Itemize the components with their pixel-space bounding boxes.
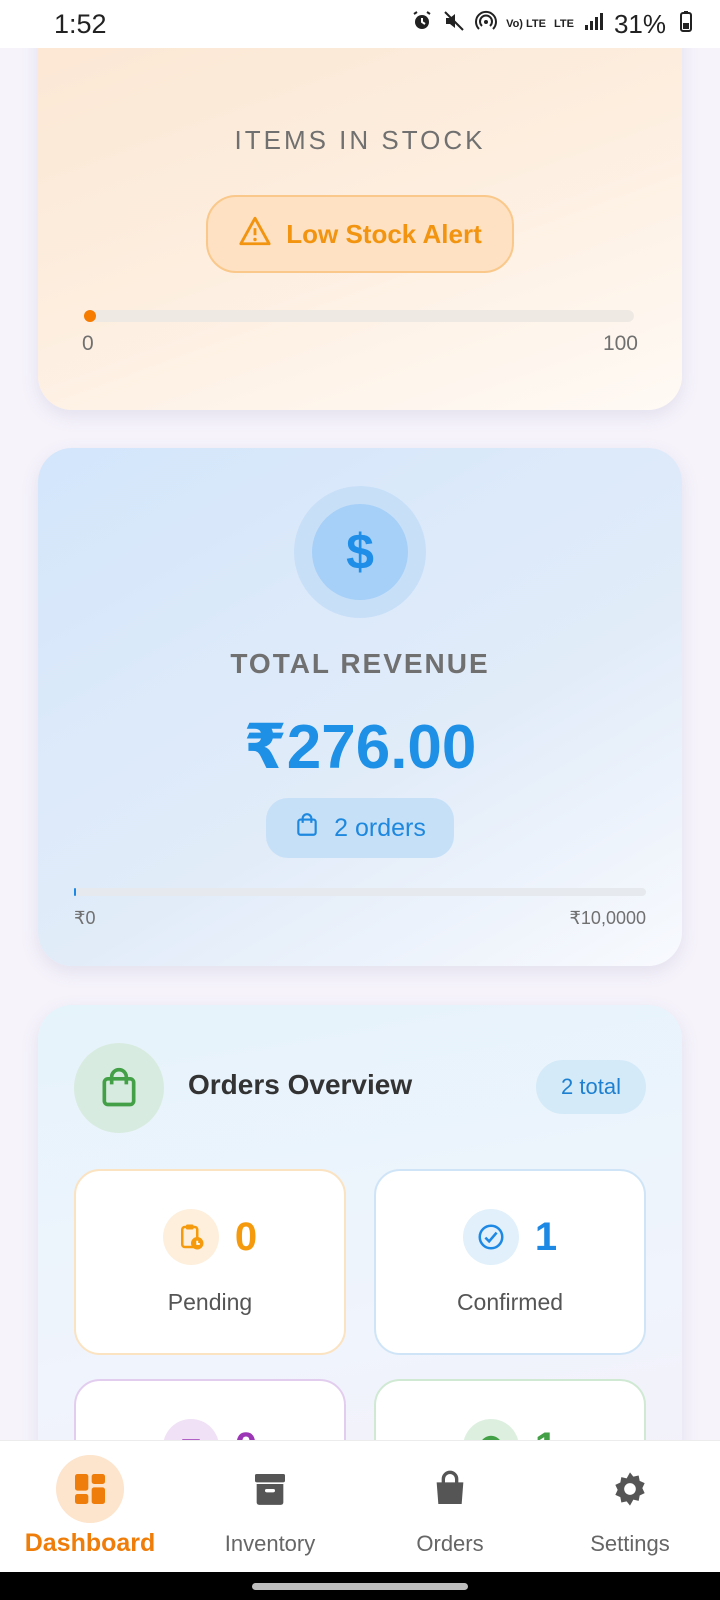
dollar-icon: $ — [312, 504, 408, 600]
nav-item-settings[interactable]: Settings — [540, 1441, 720, 1572]
lte-icon: LTE — [553, 17, 574, 30]
shopping-bag-icon — [74, 1043, 164, 1133]
pending-orders-tile[interactable]: 0 Pending — [74, 1169, 346, 1355]
revenue-range-min: ₹0 — [74, 908, 96, 928]
orders-count-chip[interactable]: 2 orders — [266, 798, 454, 858]
total-revenue-amount: ₹276.00 — [243, 713, 477, 782]
items-in-stock-label: ITEMS IN STOCK — [234, 125, 486, 155]
nav-label-dashboard: Dashboard — [24, 1529, 156, 1557]
check-circle-icon — [462, 1209, 519, 1265]
nav-label-inventory: Inventory — [224, 1531, 316, 1556]
confirmed-label: Confirmed — [456, 1289, 564, 1315]
status-bar: 1:52 Vo) LTE LTE 31% — [0, 0, 720, 48]
nav-item-inventory[interactable]: Inventory — [180, 1441, 360, 1572]
status-icons: Vo) LTE LTE 31% — [410, 9, 698, 40]
stock-range-max: 100 — [602, 332, 638, 355]
clipboard-clock-icon — [162, 1209, 219, 1265]
volte-icon: Vo) LTE — [506, 17, 546, 30]
revenue-progress-fill — [74, 888, 76, 896]
stock-progress-bar — [84, 310, 634, 322]
alarm-icon — [410, 9, 434, 39]
shopping-bag-icon — [416, 1455, 484, 1523]
archive-icon — [236, 1455, 304, 1523]
revenue-card[interactable]: $ TOTAL REVENUE ₹276.00 2 orders ₹0 ₹10,… — [38, 448, 682, 966]
nav-label-settings: Settings — [590, 1531, 670, 1556]
status-time: 1:52 — [54, 8, 107, 39]
orders-overview-card[interactable]: Orders Overview 2 total 0 Pending 1 Conf… — [38, 1005, 682, 1440]
orders-tile-4[interactable]: 1 — [374, 1379, 646, 1440]
bottom-navigation: Dashboard Inventory Orders Settings — [0, 1440, 720, 1572]
list-icon — [162, 1419, 219, 1440]
pending-label: Pending — [167, 1289, 253, 1315]
nav-item-orders[interactable]: Orders — [360, 1441, 540, 1572]
signal-icon — [582, 9, 606, 39]
orders-count-label: 2 orders — [334, 813, 426, 842]
confirmed-count: 1 — [534, 1214, 558, 1259]
stock-progress-fill — [84, 310, 96, 322]
orders-tile-4-count: 1 — [535, 1425, 557, 1441]
dashboard-icon — [56, 1455, 124, 1523]
battery-icon — [674, 9, 698, 39]
total-revenue-label: TOTAL REVENUE — [230, 648, 490, 679]
confirmed-orders-tile[interactable]: 1 Confirmed — [374, 1169, 646, 1355]
pending-count: 0 — [234, 1214, 258, 1259]
shopping-bag-icon — [294, 812, 320, 845]
system-gesture-area — [0, 1572, 720, 1600]
nav-item-dashboard[interactable]: Dashboard — [0, 1441, 180, 1572]
orders-tile-3-count: 0 — [235, 1425, 257, 1441]
warning-icon — [238, 214, 272, 255]
gesture-handle[interactable] — [252, 1583, 468, 1590]
low-stock-alert-chip[interactable]: Low Stock Alert — [206, 195, 514, 273]
scroll-content[interactable]: 2 ITEMS IN STOCK Low Stock Alert 0 100 $… — [0, 0, 720, 1440]
battery-percent: 31% — [613, 8, 666, 39]
revenue-range-max: ₹10,0000 — [569, 908, 646, 928]
revenue-progress-bar — [74, 888, 646, 896]
stock-card[interactable]: 2 ITEMS IN STOCK Low Stock Alert 0 100 — [38, 0, 682, 410]
orders-tile-3[interactable]: 0 — [74, 1379, 346, 1440]
orders-total-badge: 2 total — [536, 1060, 646, 1114]
mute-icon — [442, 9, 466, 39]
circle-icon — [462, 1419, 519, 1440]
orders-overview-title: Orders Overview — [188, 1069, 413, 1100]
gear-icon — [596, 1455, 664, 1523]
nav-label-orders: Orders — [416, 1531, 484, 1556]
stock-range-min: 0 — [82, 332, 94, 355]
low-stock-alert-label: Low Stock Alert — [286, 218, 482, 249]
hotspot-icon — [474, 9, 498, 39]
